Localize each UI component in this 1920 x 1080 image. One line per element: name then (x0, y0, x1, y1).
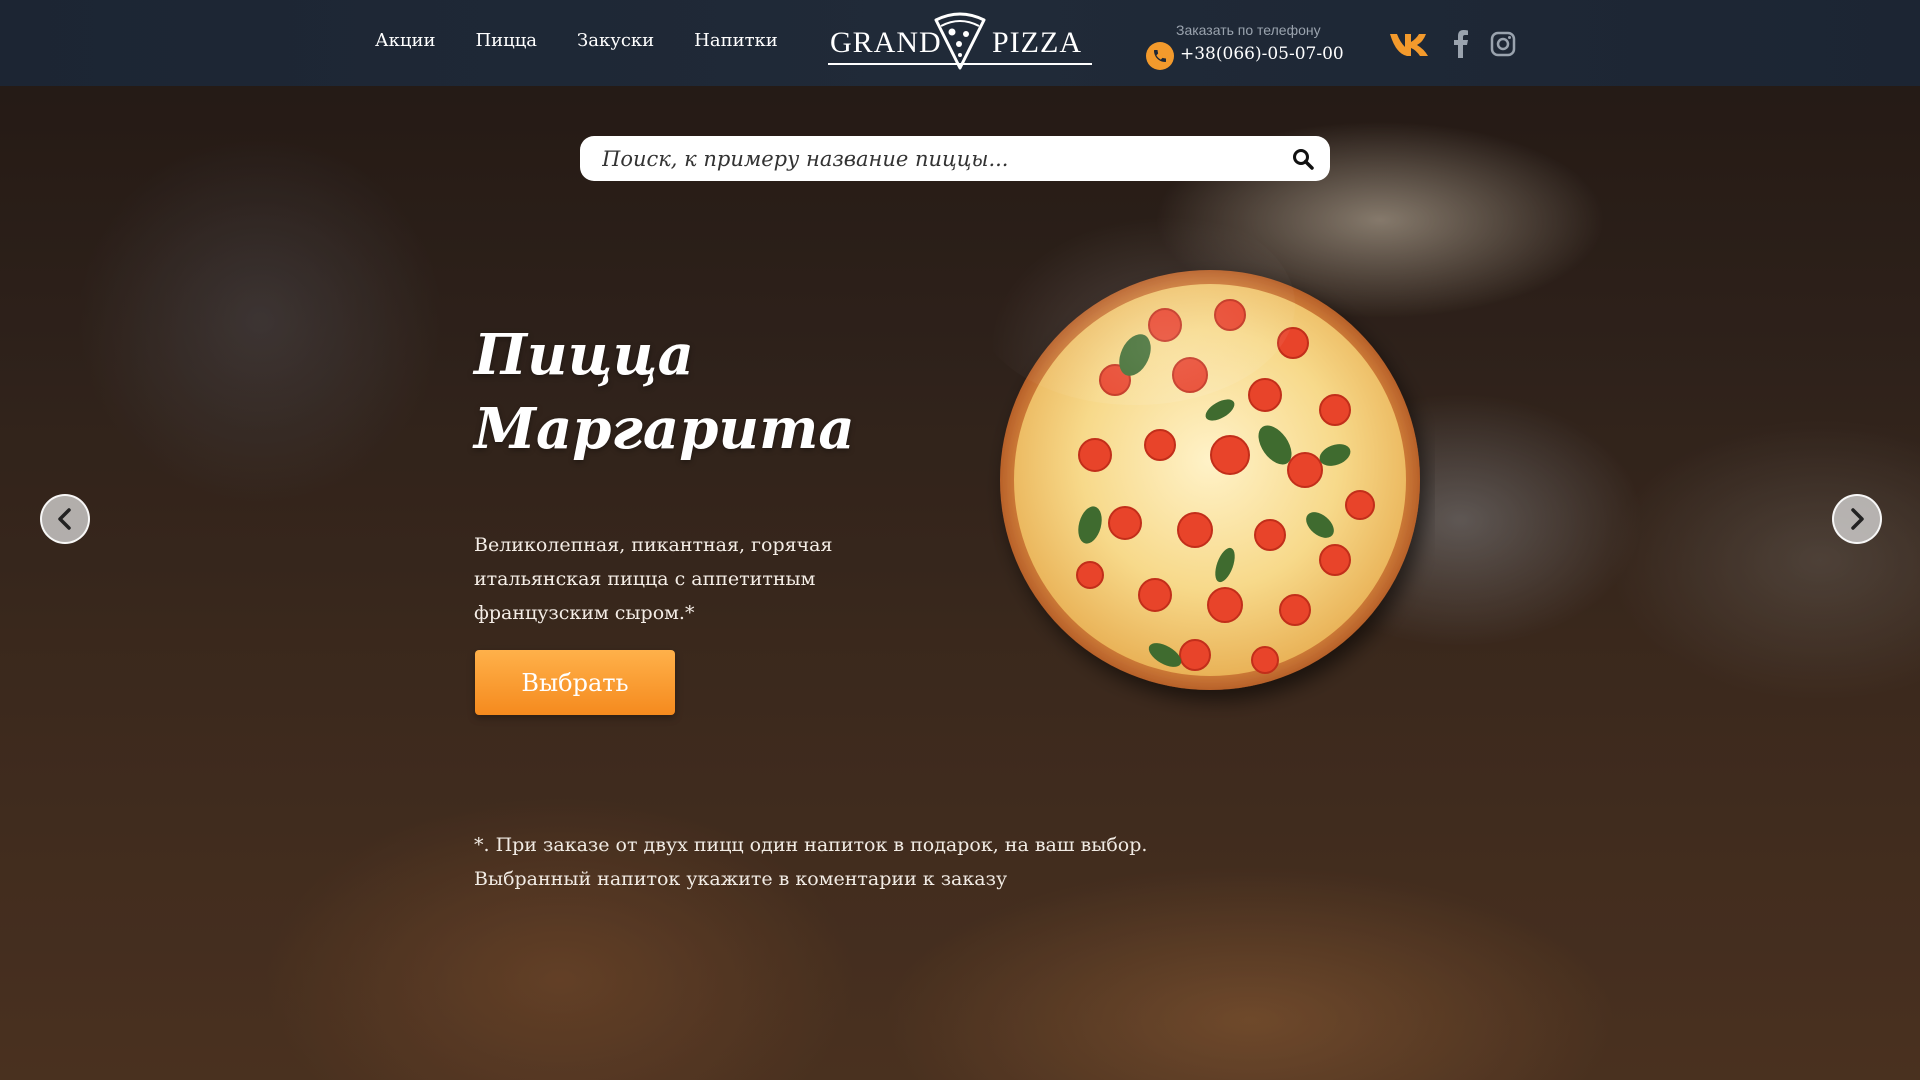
nav-link-snacks[interactable]: Закуски (577, 30, 654, 51)
phone-caption: Заказать по телефону (1176, 22, 1321, 38)
slider-next-button[interactable] (1832, 494, 1882, 544)
chevron-right-icon (1851, 508, 1864, 530)
social-links (1388, 30, 1516, 58)
instagram-icon[interactable] (1490, 31, 1516, 57)
product-description: Великолепная, пикантная, горячая итальян… (474, 534, 833, 624)
nav-link-promotions[interactable]: Акции (375, 30, 435, 51)
logo-underline (828, 63, 1092, 65)
main-nav: Акции Пицца Закуски Напитки (375, 30, 778, 51)
steam-effect (975, 205, 1295, 405)
product-title: Пицца Маргарита (474, 322, 855, 462)
logo-text-pizza: PIZZA (992, 26, 1082, 59)
vk-icon[interactable] (1388, 31, 1432, 57)
phone-number[interactable]: +38(066)-05-07-00 (1180, 44, 1344, 64)
search-input[interactable] (602, 136, 1282, 181)
select-button[interactable]: Выбрать (475, 650, 675, 715)
logo[interactable]: GRAND PIZZA (828, 10, 1092, 70)
promo-note: *. При заказе от двух пицц один напиток … (474, 834, 1148, 890)
chevron-left-icon (58, 508, 71, 530)
facebook-icon[interactable] (1452, 30, 1470, 58)
slider-prev-button[interactable] (40, 494, 90, 544)
logo-text-grand: GRAND (830, 26, 942, 59)
search-icon[interactable] (1292, 148, 1314, 170)
pizza-image (975, 205, 1435, 725)
nav-link-drinks[interactable]: Напитки (694, 30, 778, 51)
search-bar (580, 136, 1330, 181)
nav-link-pizza[interactable]: Пицца (475, 30, 537, 51)
site-header: Акции Пицца Закуски Напитки GRAND PIZZA … (0, 0, 1920, 86)
phone-icon[interactable] (1146, 42, 1174, 70)
